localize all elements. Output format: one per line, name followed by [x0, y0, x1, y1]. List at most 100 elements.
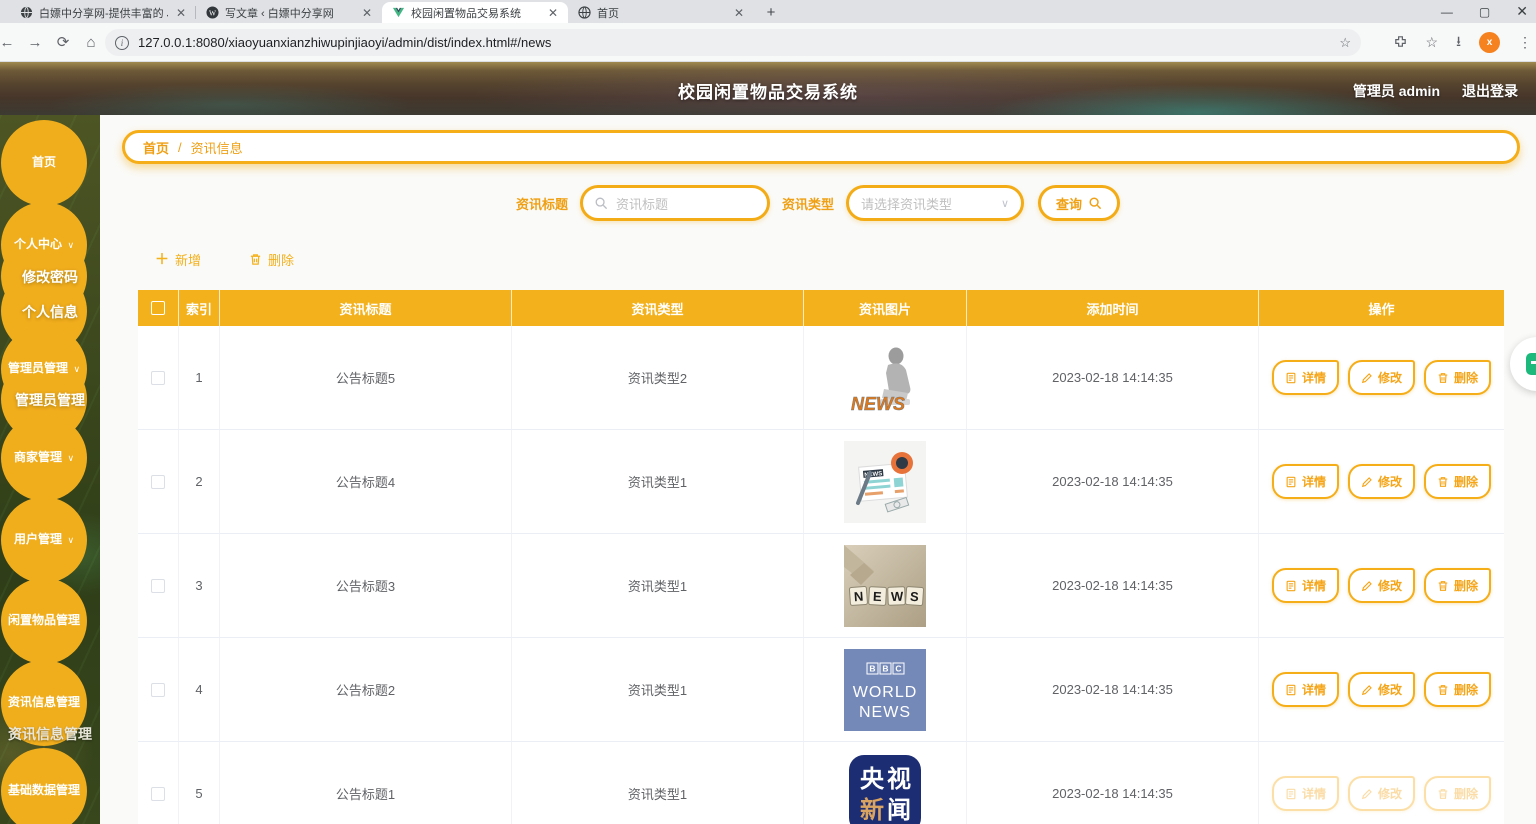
floating-widget-button[interactable] [1510, 337, 1536, 391]
detail-button[interactable]: 详情 [1271, 776, 1339, 811]
svg-text:B: B [882, 663, 888, 673]
index-cell: 4 [179, 638, 220, 741]
profile-avatar[interactable]: x [1479, 32, 1500, 53]
type-cell: 资讯类型1 [512, 742, 804, 824]
cctv-logo-image[interactable]: 央视新闻 [848, 754, 922, 824]
row-select-cell [138, 742, 179, 824]
sidebar-subitem-5[interactable]: 管理员管理 [0, 390, 100, 410]
news-title-input[interactable]: 资讯标题 [580, 185, 770, 221]
home-icon[interactable]: ⌂ [80, 31, 102, 53]
tab-title: 首页 [597, 7, 619, 20]
forward-icon[interactable]: → [24, 31, 46, 53]
sidebar-subitem-10[interactable]: 资讯信息管理 [0, 724, 100, 744]
table-row: 2 公告标题4 资讯类型1 NEWS 2023-02-18 14:14:35 详情 修改 删除 [138, 430, 1504, 534]
actions-cell: 详情 修改 删除 [1259, 534, 1504, 637]
checkbox[interactable] [151, 682, 165, 697]
table-row: 1 公告标题5 资讯类型2 NEWS 2023-02-18 14:14:35 详情 修改 删除 [138, 326, 1504, 430]
checkbox[interactable] [151, 301, 165, 315]
sidebar-subitem-2[interactable]: 修改密码 [0, 267, 100, 287]
url-text[interactable]: 127.0.0.1:8080/xiaoyuanxianzhiwupinjiaoy… [138, 35, 1339, 50]
edit-button[interactable]: 修改 [1347, 568, 1415, 603]
admin-user-link[interactable]: 管理员 admin [1353, 81, 1440, 101]
menu-kebab-icon[interactable]: ⋮ [1518, 34, 1532, 51]
sidebar-item-label: 首页 [31, 155, 56, 170]
bookmarks-icon[interactable]: ☆ [1426, 34, 1439, 51]
bbc-logo-image[interactable]: B B C WORLD NEWS [844, 648, 926, 731]
delete-button[interactable]: 删除 [1424, 568, 1492, 603]
detail-button[interactable]: 详情 [1271, 672, 1339, 707]
edit-button[interactable]: 修改 [1347, 360, 1415, 395]
breadcrumb-separator: / [178, 139, 182, 155]
delete-button[interactable]: 删除 [249, 250, 294, 269]
reload-icon[interactable]: ⟳ [52, 31, 74, 53]
maximize-icon[interactable]: ▢ [1479, 5, 1490, 19]
delete-button[interactable]: 删除 [1424, 776, 1492, 811]
tab-close-icon[interactable]: ✕ [546, 6, 560, 20]
checkbox[interactable] [151, 370, 165, 385]
sidebar-item-label: 管理员管理 ∨ [7, 361, 81, 376]
news-flat-image[interactable]: NEWS [844, 440, 926, 523]
detail-button[interactable]: 详情 [1271, 464, 1339, 499]
detail-button[interactable]: 详情 [1271, 568, 1339, 603]
edit-button[interactable]: 修改 [1347, 776, 1415, 811]
globe-icon [578, 6, 591, 19]
delete-button[interactable]: 删除 [1424, 672, 1492, 707]
trash-icon [1438, 684, 1448, 695]
back-icon[interactable]: ← [0, 31, 18, 53]
detail-button[interactable]: 详情 [1271, 360, 1339, 395]
time-cell: 2023-02-18 14:14:35 [967, 430, 1259, 533]
sidebar-item-8[interactable]: 闲置物品管理 [1, 578, 87, 664]
checkbox[interactable] [151, 474, 165, 489]
svg-text:E: E [873, 588, 883, 603]
logout-link[interactable]: 退出登录 [1462, 81, 1518, 101]
delete-button[interactable]: 删除 [1424, 464, 1492, 499]
chevron-down-icon: ∨ [64, 535, 75, 546]
header-select-all[interactable] [138, 290, 179, 326]
sidebar-item-6[interactable]: 商家管理 ∨ [1, 415, 87, 501]
close-icon[interactable]: ✕ [1516, 3, 1528, 20]
tab-title: 写文章 ‹ 白嫖中分享网 [225, 7, 334, 20]
checkbox[interactable] [151, 786, 165, 801]
download-icon[interactable]: ⭳ [1456, 31, 1461, 55]
sidebar-item-11[interactable]: 基础数据管理 [1, 748, 87, 824]
widget-green-icon [1526, 353, 1536, 375]
new-tab-button[interactable]: + [760, 1, 782, 23]
tab-close-icon[interactable]: ✕ [174, 6, 188, 20]
sidebar-subitem-3[interactable]: 个人信息 [0, 302, 100, 322]
browser-tab-0[interactable]: 白嫖中分享网-提供丰富的 Java ✕ [10, 2, 196, 23]
add-button[interactable]: ＋ 新增 [155, 249, 201, 269]
edit-button[interactable]: 修改 [1347, 672, 1415, 707]
sidebar-item-label: 闲置物品管理 [7, 613, 80, 628]
bookmark-star-icon[interactable]: ☆ [1339, 35, 1351, 51]
browser-tab-2[interactable]: 校园闲置物品交易系统 ✕ [382, 2, 568, 23]
browser-toolbar: ← → ⟳ ⌂ i 127.0.0.1:8080/xiaoyuanxianzhi… [0, 23, 1536, 62]
table-toolbar: ＋ 新增 删除 [155, 249, 294, 269]
index-cell: 1 [179, 326, 220, 429]
type-cell: 资讯类型2 [512, 326, 804, 429]
minimize-icon[interactable]: — [1441, 5, 1453, 19]
extensions-icon[interactable] [1393, 34, 1408, 52]
delete-button[interactable]: 删除 [1424, 360, 1492, 395]
sidebar-item-7[interactable]: 用户管理 ∨ [1, 497, 87, 583]
breadcrumb-home[interactable]: 首页 [143, 138, 169, 157]
tab-close-icon[interactable]: ✕ [360, 6, 374, 20]
tab-close-icon[interactable]: ✕ [732, 6, 746, 20]
news-figure-image[interactable]: NEWS [844, 338, 926, 417]
tab-title: 白嫖中分享网-提供丰富的 Java [39, 7, 168, 20]
column-header-2: 资讯类型 [512, 290, 804, 326]
edit-button[interactable]: 修改 [1347, 464, 1415, 499]
browser-tab-3[interactable]: 首页 ✕ [568, 2, 754, 23]
document-icon [1286, 476, 1296, 487]
type-cell: 资讯类型1 [512, 430, 804, 533]
url-bar[interactable]: i 127.0.0.1:8080/xiaoyuanxianzhiwupinjia… [105, 29, 1361, 56]
sidebar-item-0[interactable]: 首页 [1, 120, 87, 206]
checkbox[interactable] [151, 578, 165, 593]
title-cell: 公告标题3 [220, 534, 512, 637]
news-type-select[interactable]: 请选择资讯类型 ∨ [846, 185, 1025, 221]
news-dice-image[interactable]: NEWS [844, 544, 926, 627]
browser-tab-1[interactable]: W 写文章 ‹ 白嫖中分享网 ✕ [195, 2, 382, 23]
chevron-down-icon: ∨ [64, 240, 75, 251]
query-button[interactable]: 查询 [1038, 185, 1121, 221]
site-info-icon[interactable]: i [115, 35, 129, 50]
wordpress-icon: W [206, 6, 219, 19]
